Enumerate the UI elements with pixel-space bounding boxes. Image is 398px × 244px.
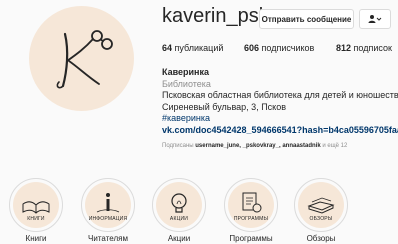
send-message-button[interactable]: Отправить сообщение bbox=[259, 9, 354, 29]
followed-by-text[interactable]: Подписаны username_june, _pskovkray_, an… bbox=[162, 141, 398, 153]
highlight-readers[interactable]: ИНФОРМАЦИЯ Читателям bbox=[77, 178, 139, 243]
highlight-caption: КНИГИ bbox=[27, 216, 45, 222]
highlight-label: Обзоры bbox=[306, 234, 336, 243]
bio-line-description: Псковская областная библиотека для детей… bbox=[162, 90, 398, 100]
highlight-caption: ПРОГРАММЫ bbox=[233, 216, 269, 222]
highlight-ring: ПРОГРАММЫ bbox=[224, 178, 278, 232]
profile-category: Библиотека bbox=[162, 78, 211, 89]
highlight-label: Книги bbox=[25, 234, 47, 243]
highlight-cover: ОБЗОРЫ bbox=[298, 182, 344, 228]
following-count[interactable]: 812 подписок bbox=[336, 43, 392, 53]
highlight-caption: ОБЗОРЫ bbox=[309, 216, 333, 222]
highlight-ring: ОБЗОРЫ bbox=[294, 178, 348, 232]
highlight-cover: КНИГИ bbox=[13, 182, 59, 228]
followed-users: username_june, _pskovkray_, annaastadnik bbox=[195, 143, 321, 149]
highlight-cover: ПРОГРАММЫ bbox=[228, 182, 274, 228]
highlight-cover: АКЦИИ bbox=[156, 182, 202, 228]
highlight-ring: АКЦИИ bbox=[152, 178, 206, 232]
profile-avatar[interactable] bbox=[29, 6, 134, 111]
highlight-reviews[interactable]: ОБЗОРЫ Обзоры bbox=[290, 178, 352, 243]
followed-prefix: Подписаны bbox=[162, 143, 194, 149]
followers-label: подписчиков bbox=[261, 43, 315, 53]
followers-count[interactable]: 606 подписчиков bbox=[244, 43, 314, 53]
highlight-label: Акции bbox=[167, 234, 191, 243]
highlight-books[interactable]: КНИГИ Книги bbox=[5, 178, 67, 243]
highlight-ring: ИНФОРМАЦИЯ bbox=[81, 178, 135, 232]
chevron-down-icon bbox=[376, 17, 382, 21]
following-dropdown-button[interactable] bbox=[359, 9, 391, 29]
library-logo-icon bbox=[56, 30, 113, 89]
highlight-cover: ИНФОРМАЦИЯ bbox=[85, 182, 131, 228]
followed-suffix: и ещё 12 bbox=[322, 143, 348, 149]
posts-label: публикаций bbox=[174, 43, 224, 53]
bio-external-link[interactable]: vk.com/doc4542428_594666541?hash=b4ca055… bbox=[162, 125, 398, 137]
bio-hashtag-link[interactable]: #каверинка bbox=[162, 113, 398, 125]
highlight-programs[interactable]: ПРОГРАММЫ Программы bbox=[220, 178, 282, 243]
posts-number: 64 bbox=[162, 43, 173, 53]
highlight-label: Программы bbox=[229, 234, 273, 243]
highlight-label: Читателям bbox=[88, 234, 128, 243]
highlight-promotions[interactable]: АКЦИИ Акции bbox=[148, 178, 210, 243]
highlight-caption: АКЦИИ bbox=[169, 216, 189, 222]
highlight-caption: ИНФОРМАЦИЯ bbox=[88, 216, 128, 222]
highlight-ring: КНИГИ bbox=[9, 178, 63, 232]
bio-line-address: Сиреневый бульвар, 3, Псков bbox=[162, 101, 286, 112]
posts-count[interactable]: 64 публикаций bbox=[162, 43, 223, 53]
profile-bio: Каверинка Библиотека Псковская областная… bbox=[162, 67, 398, 153]
following-number: 812 bbox=[336, 43, 352, 53]
followers-number: 606 bbox=[244, 43, 260, 53]
profile-display-name: Каверинка bbox=[162, 67, 210, 77]
person-check-icon bbox=[368, 15, 382, 23]
following-label: подписок bbox=[353, 43, 392, 53]
